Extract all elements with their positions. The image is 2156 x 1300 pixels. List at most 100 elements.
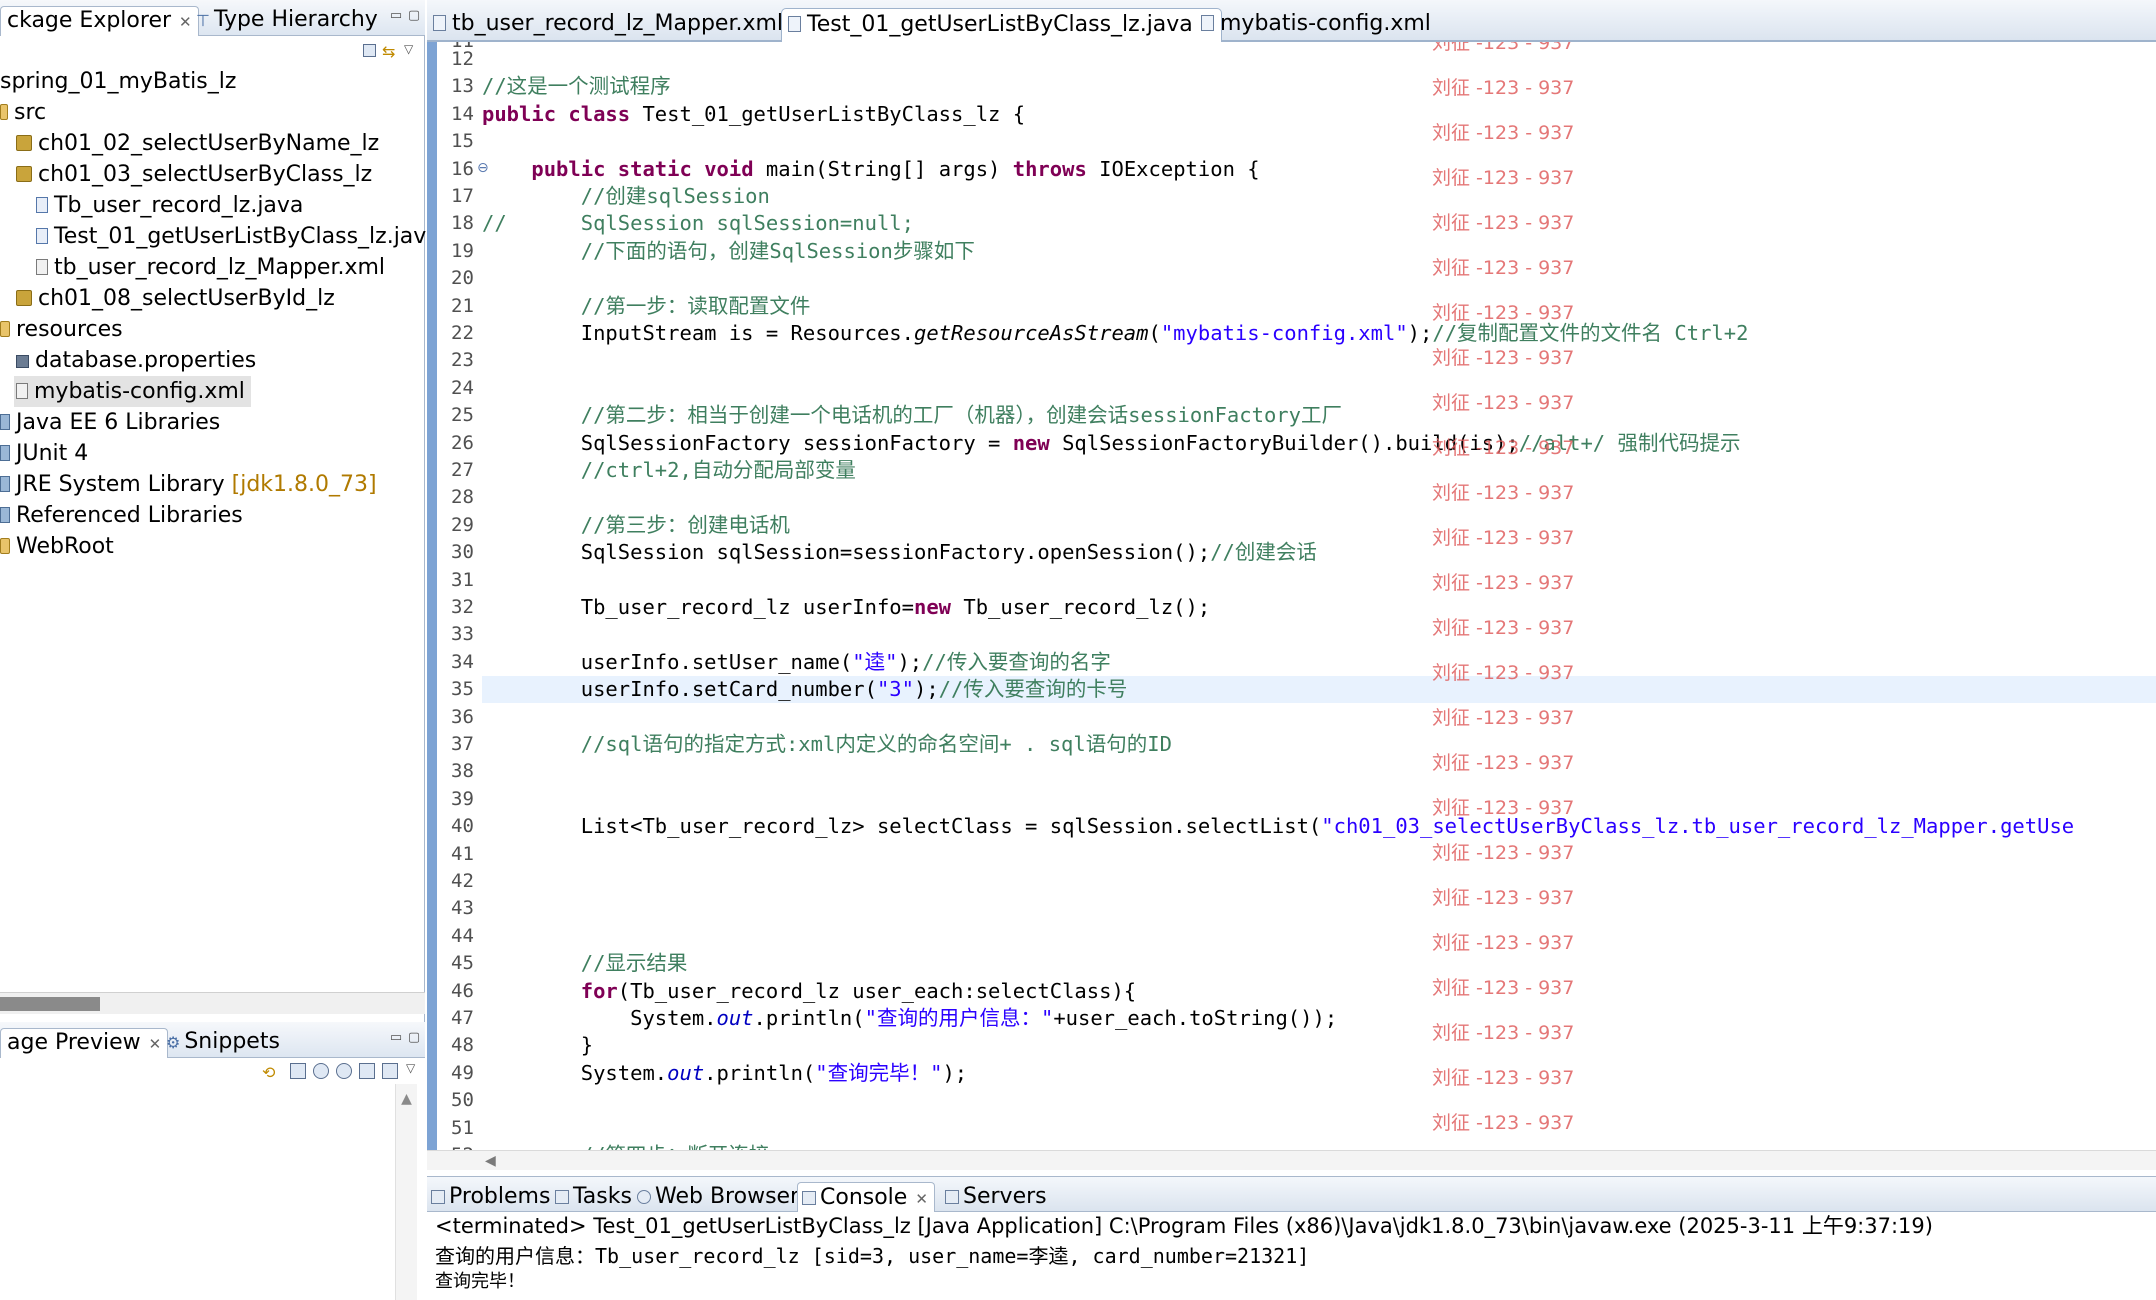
properties-icon[interactable] <box>382 1063 398 1079</box>
tree-item-xml-file[interactable]: tb_user_record_lz_Mapper.xml <box>36 252 385 283</box>
tab-snippets[interactable]: ⚙ Snippets <box>160 1028 286 1058</box>
tree-item-properties-file[interactable]: database.properties <box>16 345 256 376</box>
java-file-icon <box>788 16 801 32</box>
collapse-all-icon[interactable] <box>363 44 376 57</box>
fit-image-icon[interactable] <box>290 1063 306 1079</box>
code-line[interactable]: SqlSessionFactory sessionFactory = new S… <box>482 430 1741 457</box>
code-line[interactable]: //这是一个测试程序 <box>482 73 671 100</box>
view-menu-icon[interactable]: ▽ <box>406 1061 415 1075</box>
code-line[interactable]: userInfo.setCard_number("3");//传入要查询的卡号 <box>482 676 2156 704</box>
watermark-text: 刘征 -123 - 937 <box>1432 122 1575 144</box>
view-menu-icon[interactable]: ▽ <box>404 42 413 56</box>
code-line[interactable]: userInfo.setUser_name("逵");//传入要查询的名字 <box>482 649 1111 676</box>
actual-size-icon[interactable] <box>359 1063 375 1079</box>
tree-item-label: ch01_03_selectUserByClass_lz <box>38 162 373 187</box>
watermark-text: 刘征 -123 - 937 <box>1432 887 1575 909</box>
tree-item-label: JUnit 4 <box>16 441 89 466</box>
tree-item-label: mybatis-config.xml <box>34 379 245 404</box>
tree-item-library[interactable]: Referenced Libraries <box>0 500 243 531</box>
tree-item-project[interactable]: spring_01_myBatis_lz <box>0 66 236 97</box>
code-line[interactable]: SqlSession sqlSession=sessionFactory.ope… <box>482 539 1317 566</box>
tab-problems[interactable]: Problems <box>427 1182 556 1213</box>
maximize-icon[interactable]: ▢ <box>406 9 422 24</box>
refresh-icon[interactable]: ⟲ <box>262 1063 278 1082</box>
tree-item-library[interactable]: Java EE 6 Libraries <box>0 407 220 438</box>
watermark-text: 刘征 -123 - 937 <box>1432 977 1575 999</box>
editor-left-ruler <box>427 42 437 1150</box>
scrollbar-thumb[interactable] <box>0 997 100 1011</box>
tree-item-library[interactable]: JRE System Library [jdk1.8.0_73] <box>0 469 377 500</box>
tab-label: tb_user_record_lz_Mapper.xml <box>452 11 784 36</box>
code-line[interactable]: Tb_user_record_lz userInfo=new Tb_user_r… <box>482 594 1210 621</box>
code-line[interactable]: //ctrl+2,自动分配局部变量 <box>482 457 856 484</box>
tree-item-label: Test_01_getUserListByClass_lz.java <box>54 224 440 249</box>
tree-item-label: JRE System Library <box>16 472 225 497</box>
watermark-text: 刘征 -123 - 937 <box>1432 212 1575 234</box>
code-line[interactable]: //显示结果 <box>482 950 688 977</box>
tab-package-explorer[interactable]: ckage Explorer ✕ <box>0 6 199 36</box>
tab-label: age Preview <box>7 1030 141 1055</box>
maximize-icon[interactable]: ▢ <box>406 1031 422 1046</box>
tree-item-java-file[interactable]: Tb_user_record_lz.java <box>36 190 303 221</box>
code-line[interactable]: // SqlSession sqlSession=null; <box>482 210 914 237</box>
code-line[interactable]: //第一步：读取配置文件 <box>482 293 811 320</box>
code-line[interactable]: List<Tb_user_record_lz> selectClass = sq… <box>482 813 2074 840</box>
tab-label: Type Hierarchy <box>213 7 378 32</box>
tab-tasks[interactable]: Tasks <box>551 1182 638 1213</box>
code-line[interactable]: } <box>482 1032 593 1059</box>
zoom-in-icon[interactable] <box>336 1063 352 1079</box>
scroll-up-icon[interactable]: ▲ <box>401 1091 412 1107</box>
tree-item-java-file[interactable]: Test_01_getUserListByClass_lz.java <box>36 221 440 252</box>
editor-tab-mapper-xml[interactable]: tb_user_record_lz_Mapper.xml <box>427 8 791 42</box>
tree-item-xml-file[interactable]: mybatis-config.xml <box>14 376 251 407</box>
editor-horizontal-scrollbar[interactable]: ◀ <box>427 1150 2156 1170</box>
preview-vertical-scrollbar[interactable]: ▲ <box>395 1084 417 1300</box>
code-line[interactable]: //下面的语句，创建SqlSession步骤如下 <box>482 238 975 265</box>
code-line[interactable]: public class Test_01_getUserListByClass_… <box>482 101 1025 128</box>
code-line[interactable]: //sql语句的指定方式:xml内定义的命名空间+ . sql语句的ID <box>482 731 1172 758</box>
link-with-editor-icon[interactable]: ⇆ <box>382 42 395 61</box>
watermark-text: 刘征 -123 - 937 <box>1432 527 1575 549</box>
preview-content <box>0 1084 425 1300</box>
package-icon <box>16 166 32 182</box>
console-output[interactable]: <terminated> Test_01_getUserListByClass_… <box>427 1212 2156 1300</box>
package-explorer-panel: ckage Explorer ✕ ⊤ Type Hierarchy ▭ ▢ ⇆ ▽ … <box>0 0 440 1300</box>
code-line[interactable]: for(Tb_user_record_lz user_each:selectCl… <box>482 978 1136 1005</box>
tree-item-library[interactable]: JUnit 4 <box>0 438 88 469</box>
tree-item-folder[interactable]: WebRoot <box>0 531 114 562</box>
watermark-text: 刘征 -123 - 937 <box>1432 1067 1575 1089</box>
code-line[interactable]: System.out.println("查询的用户信息："+user_each.… <box>482 1005 1337 1032</box>
minimize-icon[interactable]: ▭ <box>388 9 404 24</box>
tree-item-label: WebRoot <box>16 534 114 559</box>
tab-web-browser[interactable]: Web Browser <box>633 1182 805 1213</box>
code-line[interactable]: //创建sqlSession <box>482 183 770 210</box>
tree-item-resources[interactable]: resources <box>0 314 123 345</box>
xml-file-icon <box>36 259 48 275</box>
code-editor[interactable]: 1112131415161718192021222324252627282930… <box>427 42 2156 1170</box>
editor-tab-mybatis-config[interactable]: mybatis-config.xml <box>1195 8 1439 42</box>
tree-item-src[interactable]: src <box>0 97 46 128</box>
code-line[interactable]: //第二步：相当于创建一个电话机的工厂（机器），创建会话sessionFacto… <box>482 402 1342 429</box>
tab-image-preview[interactable]: age Preview ✕ <box>0 1028 169 1058</box>
close-icon[interactable]: ✕ <box>915 1190 928 1208</box>
zoom-out-icon[interactable] <box>313 1063 329 1079</box>
code-line[interactable]: InputStream is = Resources.getResourceAs… <box>482 320 1749 347</box>
tab-type-hierarchy[interactable]: ⊤ Type Hierarchy <box>190 6 384 36</box>
tab-servers[interactable]: Servers <box>941 1182 1053 1213</box>
tree-item-package[interactable]: ch01_03_selectUserByClass_lz <box>16 159 372 190</box>
code-line[interactable]: System.out.println("查询完毕！"); <box>482 1060 967 1087</box>
tree-item-package[interactable]: ch01_08_selectUserById_lz <box>16 283 335 314</box>
console-icon <box>802 1191 816 1205</box>
tree-item-label: Referenced Libraries <box>16 503 243 528</box>
editor-tab-test-java[interactable]: Test_01_getUserListByClass_lz.java✕ <box>781 8 1223 42</box>
explorer-horizontal-scrollbar[interactable] <box>0 992 425 1014</box>
tab-console[interactable]: Console ✕ <box>797 1182 935 1213</box>
tree-item-package[interactable]: ch01_02_selectUserByName_lz <box>16 128 379 159</box>
tree-item-label: ch01_02_selectUserByName_lz <box>38 131 380 156</box>
code-line[interactable]: //第三步：创建电话机 <box>482 512 790 539</box>
tree-item-label: ch01_08_selectUserById_lz <box>38 286 335 311</box>
scroll-left-icon[interactable]: ◀ <box>485 1153 496 1169</box>
minimize-icon[interactable]: ▭ <box>388 1031 404 1046</box>
code-line[interactable]: public static void main(String[] args) t… <box>482 156 1259 183</box>
tab-label: Problems <box>449 1184 551 1209</box>
